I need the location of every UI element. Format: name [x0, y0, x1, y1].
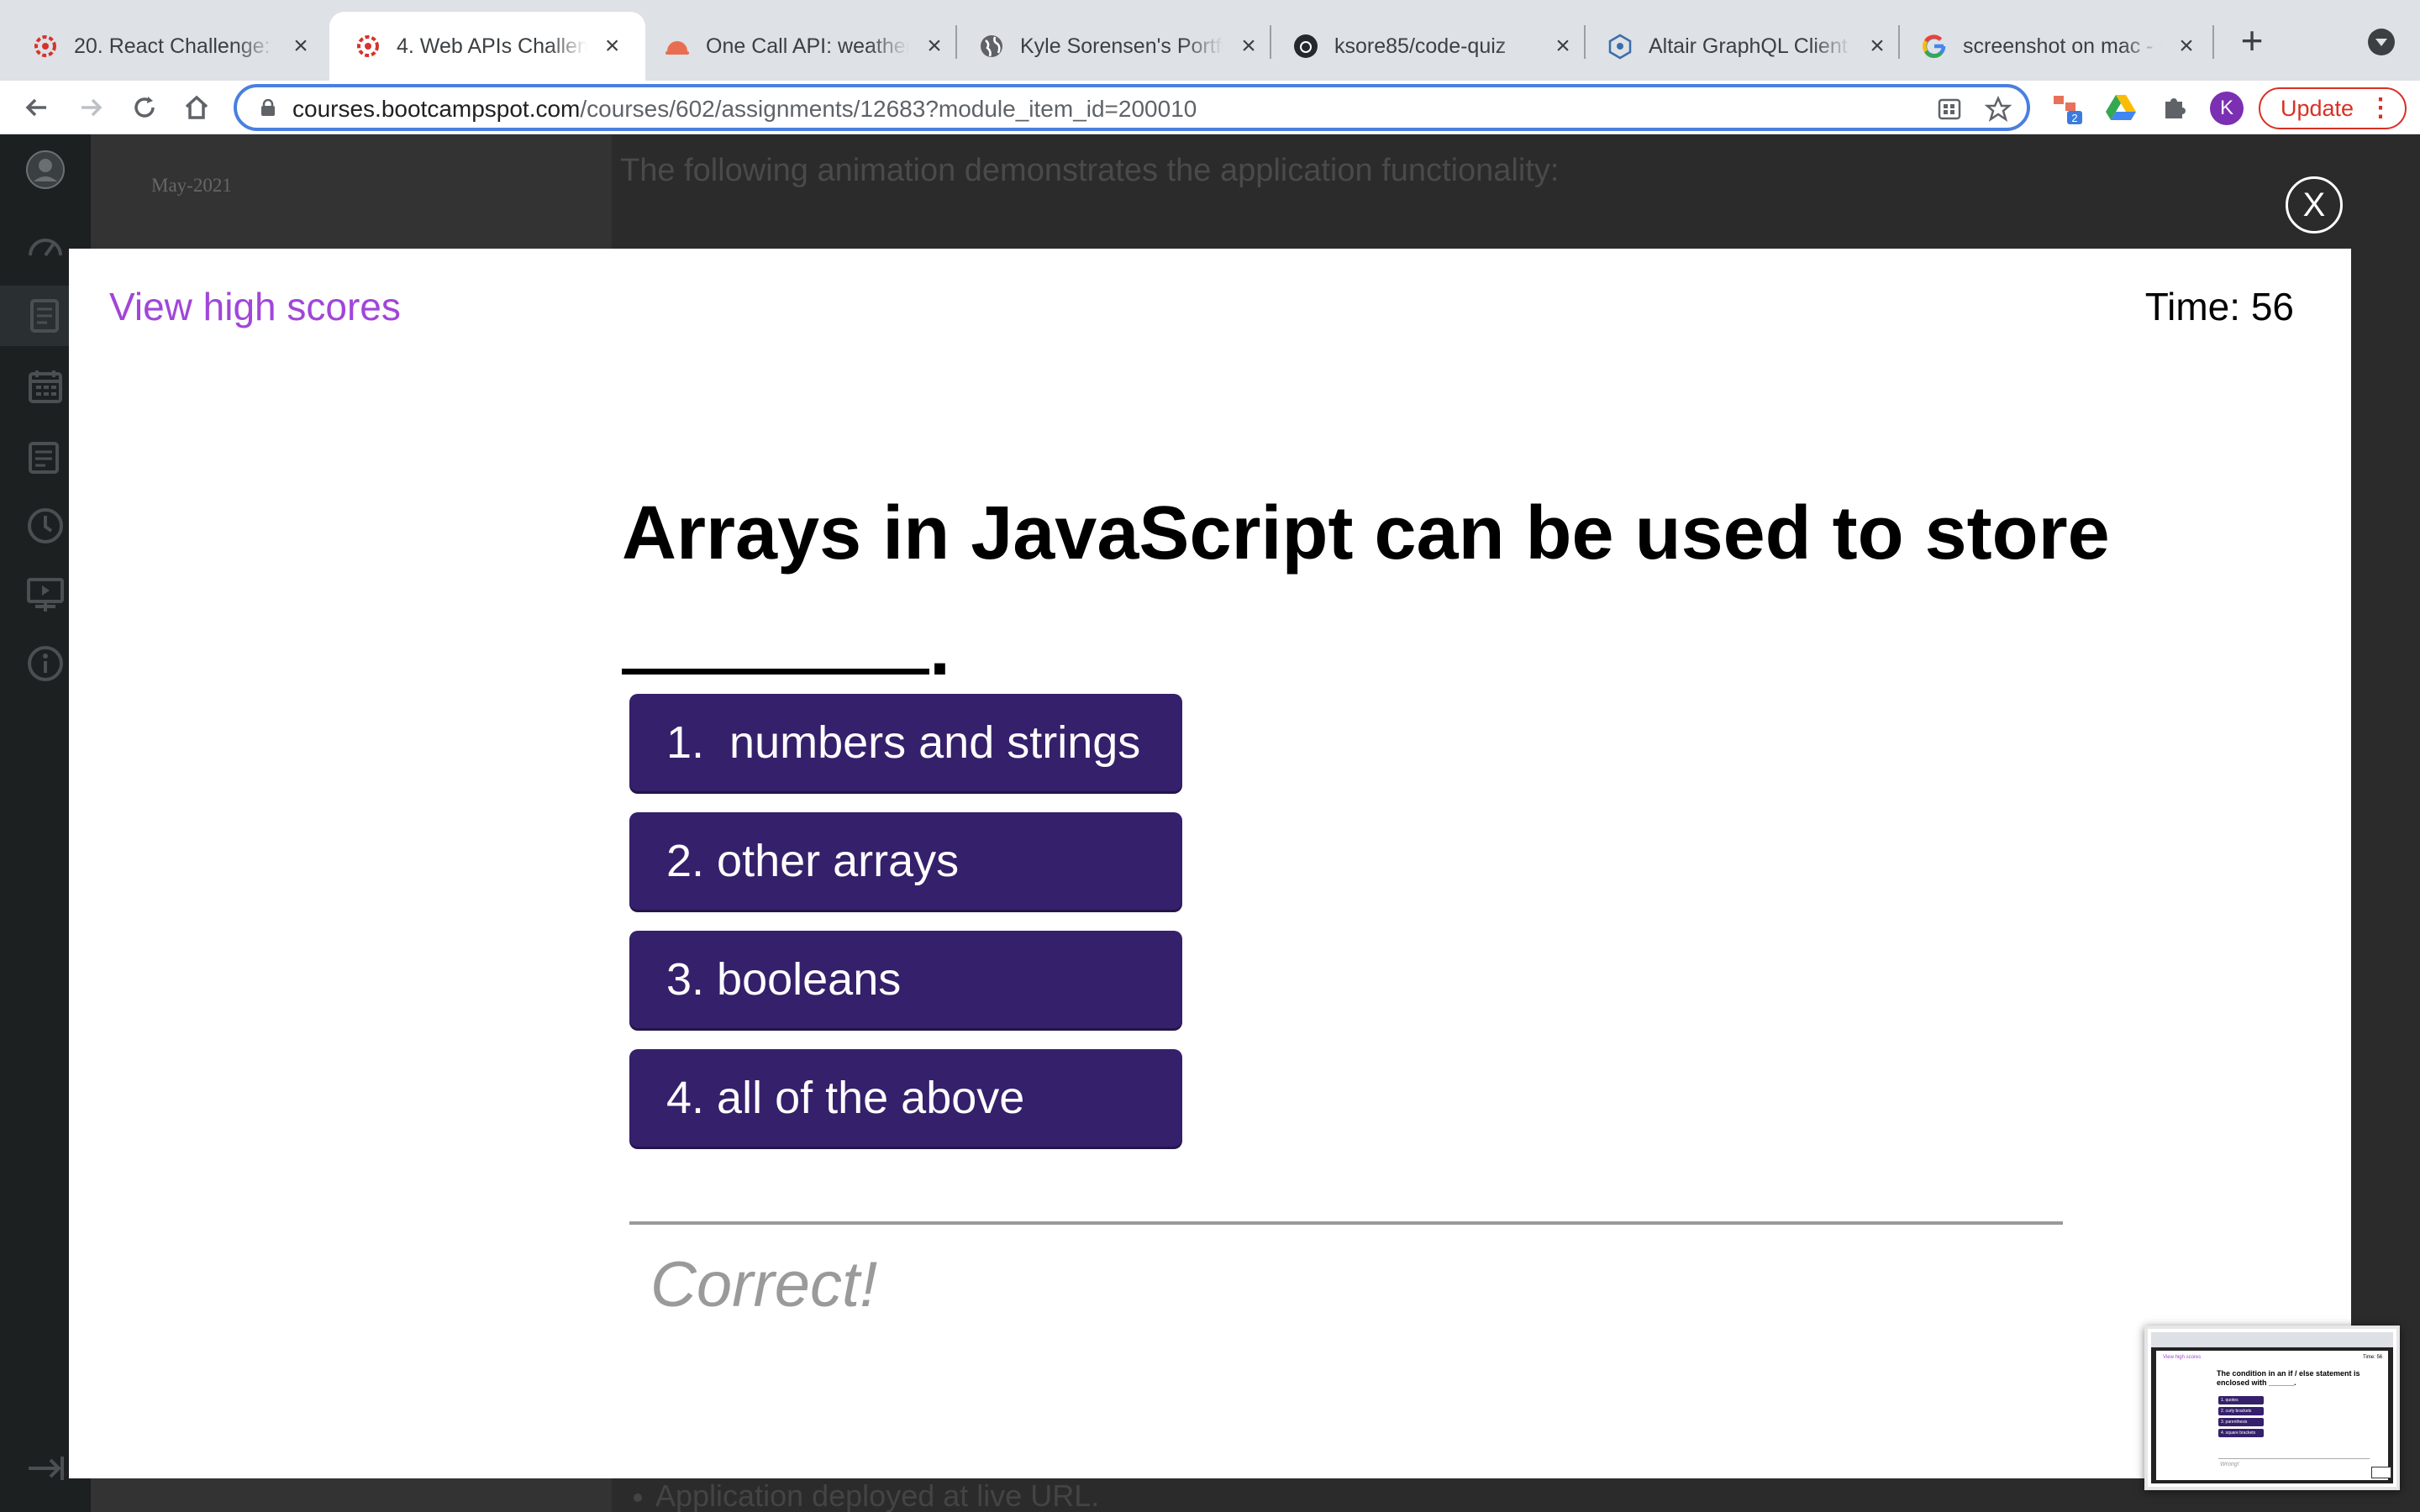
- bootcamp-icon: [32, 33, 59, 60]
- thumbnail-answer: 1. quotes: [2218, 1396, 2264, 1404]
- update-button[interactable]: Update ⋮: [2259, 87, 2407, 129]
- close-icon[interactable]: ×: [1548, 31, 1578, 61]
- answer-button-2[interactable]: 2. other arrays: [629, 812, 1182, 910]
- globe-icon: [978, 33, 1005, 60]
- thumbnail-preview: View high scores Time: 56 The condition …: [2151, 1332, 2393, 1483]
- answer-feedback: Correct!: [650, 1249, 878, 1320]
- tab-web-apis-challenge[interactable]: 4. Web APIs Challenge ×: [329, 12, 645, 81]
- account-avatar-icon[interactable]: [25, 150, 66, 190]
- address-bar[interactable]: courses.bootcampspot.com/courses/602/ass…: [234, 84, 2030, 131]
- answer-button-3[interactable]: 3. booleans: [629, 931, 1182, 1028]
- extensions-puzzle-icon[interactable]: [2158, 91, 2191, 124]
- close-icon[interactable]: ×: [597, 31, 627, 61]
- close-icon[interactable]: ×: [286, 31, 316, 61]
- tab-google-search[interactable]: screenshot on mac - G ×: [1896, 12, 2220, 81]
- tab-title: One Call API: weather: [706, 34, 909, 58]
- github-icon: [1292, 33, 1319, 60]
- answer-list: 1. numbers and strings 2. other arrays 3…: [629, 694, 1182, 1168]
- tab-code-quiz-repo[interactable]: ksore85/code-quiz ×: [1267, 12, 1597, 81]
- thumbnail-divider: [2218, 1458, 2370, 1459]
- tab-title: 20. React Challenge: I: [74, 34, 276, 58]
- quiz-timer: Time: 56: [2144, 285, 2294, 328]
- tab-title: screenshot on mac - G: [1963, 34, 2161, 58]
- screenshot-thumbnail[interactable]: View high scores Time: 56 The condition …: [2144, 1326, 2400, 1490]
- reload-icon: [134, 97, 155, 118]
- back-button[interactable]: [17, 87, 57, 128]
- feedback-divider: [629, 1221, 2063, 1225]
- extension-badge-icon[interactable]: 2: [2050, 91, 2084, 124]
- thumbnail-answer: 2. curly brackets: [2218, 1407, 2264, 1415]
- more-menu-icon[interactable]: ⋮: [2368, 89, 2393, 128]
- url-text[interactable]: courses.bootcampspot.com/courses/602/ass…: [292, 96, 1197, 123]
- reload-button[interactable]: [124, 87, 165, 128]
- dashboard-icon[interactable]: [25, 227, 66, 267]
- assignment-text: The following animation demonstrates the…: [620, 153, 1560, 188]
- studio-icon[interactable]: [25, 575, 66, 615]
- assignment-bullet: Application deployed at live URL.: [633, 1478, 1100, 1512]
- altair-icon: [1607, 33, 1634, 60]
- close-icon[interactable]: ×: [919, 31, 950, 61]
- tab-search-icon[interactable]: [2368, 29, 2395, 55]
- arrow-left-icon: [25, 98, 46, 117]
- calendar-icon[interactable]: [25, 366, 66, 407]
- question-text-body: Arrays in JavaScript can be used to stor…: [622, 491, 2110, 575]
- close-icon[interactable]: ×: [1862, 31, 1892, 61]
- answer-button-4[interactable]: 4. all of the above: [629, 1049, 1182, 1147]
- thumbnail-timer: Time: 56: [2363, 1355, 2383, 1360]
- home-icon: [185, 95, 208, 119]
- question-end: .: [929, 607, 951, 691]
- close-modal-button[interactable]: X: [2286, 176, 2343, 234]
- install-app-icon[interactable]: [1934, 94, 1965, 124]
- arrow-right-icon: [82, 98, 103, 117]
- thumbnail-answer: 4. square brackets: [2218, 1429, 2264, 1437]
- home-button[interactable]: [176, 87, 217, 128]
- url-host: courses.bootcampspot.com: [292, 96, 581, 122]
- update-label: Update: [2281, 96, 2354, 121]
- thumbnail-browser-chrome: [2151, 1332, 2393, 1347]
- collapse-nav-icon[interactable]: [25, 1448, 66, 1488]
- tab-altair-graphql[interactable]: Altair GraphQL Client ×: [1581, 12, 1911, 81]
- url-path: /courses/602/assignments/12683?module_it…: [580, 96, 1197, 122]
- answer-button-1[interactable]: 1. numbers and strings: [629, 694, 1182, 791]
- tab-portfolio[interactable]: Kyle Sorensen's Portfo ×: [953, 12, 1282, 81]
- google-drive-icon[interactable]: [2104, 91, 2138, 124]
- browser-toolbar: courses.bootcampspot.com/courses/602/ass…: [0, 81, 2420, 134]
- tab-title: ksore85/code-quiz: [1334, 34, 1507, 58]
- thumbnail-close-icon: [2371, 1467, 2391, 1478]
- extension-badge-count: 2: [2071, 112, 2077, 124]
- quiz-animation-modal: View high scores Time: 56 Arrays in Java…: [69, 249, 2351, 1478]
- tab-react-challenge[interactable]: 20. React Challenge: I ×: [7, 12, 334, 81]
- history-clock-icon[interactable]: [25, 506, 66, 546]
- tab-title: Altair GraphQL Client: [1649, 34, 1848, 58]
- inbox-icon[interactable]: [25, 437, 66, 477]
- view-high-scores-link[interactable]: View high scores: [109, 284, 401, 329]
- new-tab-button[interactable]: +: [2232, 21, 2272, 62]
- tab-one-call-api[interactable]: One Call API: weather ×: [639, 12, 968, 81]
- thumbnail-answer: 3. parenthesis: [2218, 1418, 2264, 1426]
- thumbnail-question: The condition in an if / else statement …: [2217, 1369, 2360, 1387]
- course-term: May-2021: [151, 175, 232, 196]
- tab-strip: 20. React Challenge: I × 4. Web APIs Cha…: [0, 0, 2420, 81]
- forward-button[interactable]: [71, 87, 111, 128]
- tab-title: Kyle Sorensen's Portfo: [1020, 34, 1223, 58]
- question-blank: [622, 616, 929, 675]
- close-icon[interactable]: ×: [1234, 31, 1264, 61]
- lock-icon: [261, 99, 275, 116]
- tab-title: 4. Web APIs Challenge: [397, 34, 588, 58]
- bootcamp-icon: [355, 33, 381, 60]
- tab-separator: [2212, 25, 2214, 59]
- help-info-icon[interactable]: [25, 643, 66, 684]
- thumbnail-high-scores: View high scores: [2163, 1355, 2202, 1360]
- profile-avatar[interactable]: K: [2210, 92, 2244, 125]
- bookmark-star-icon[interactable]: [1983, 94, 2013, 124]
- google-icon: [1921, 33, 1948, 60]
- courses-icon[interactable]: [25, 296, 66, 336]
- thumbnail-feedback: Wrong!: [2220, 1462, 2239, 1467]
- openweather-icon: [664, 33, 691, 60]
- question-text: Arrays in JavaScript can be used to stor…: [622, 475, 2134, 707]
- close-icon[interactable]: ×: [2171, 31, 2202, 61]
